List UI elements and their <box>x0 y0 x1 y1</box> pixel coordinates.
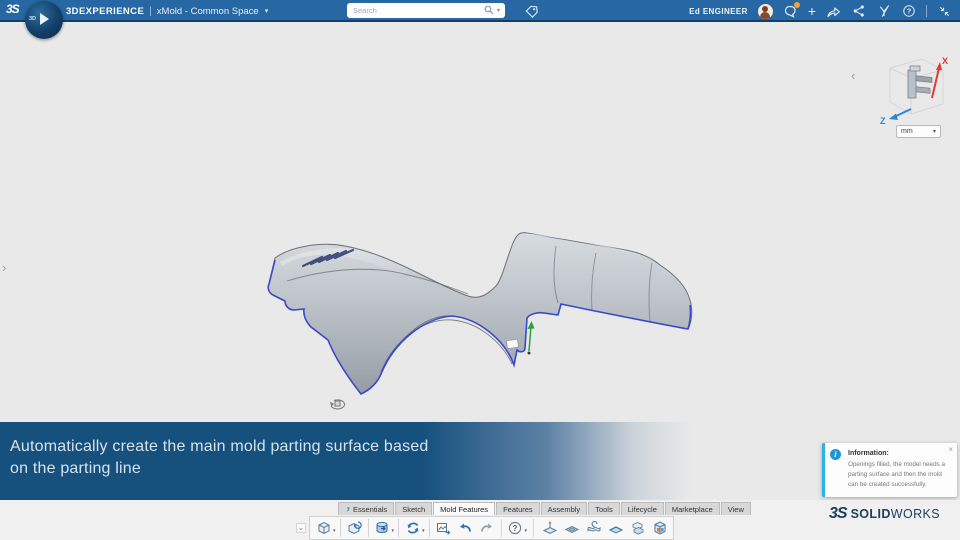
info-icon: i <box>830 449 841 460</box>
dassault-3ds-logo: 3S <box>6 2 20 16</box>
rotate-cursor-icon <box>330 399 346 410</box>
save-icon[interactable] <box>372 518 393 539</box>
tab-sketch[interactable]: Sketch <box>395 502 433 515</box>
tab-view[interactable]: View <box>720 502 751 515</box>
share-icon[interactable] <box>851 4 866 19</box>
dassault-ds-glyph: 3S <box>828 505 848 522</box>
search-bar[interactable]: ▾ <box>347 3 505 18</box>
3d-viewport[interactable]: › ‹ X Z mm ▾ <box>0 22 960 422</box>
svg-text:?: ? <box>513 524 518 533</box>
search-icon[interactable] <box>484 2 494 20</box>
notifications-icon[interactable] <box>783 1 800 19</box>
tab-features[interactable]: Features <box>496 502 540 515</box>
units-value: mm <box>901 128 913 135</box>
mold-icon[interactable] <box>649 518 670 539</box>
user-name[interactable]: Ed ENGINEER <box>689 7 748 16</box>
search-input[interactable] <box>347 6 484 15</box>
tag-icon[interactable] <box>524 4 539 19</box>
undo-icon[interactable] <box>455 518 476 539</box>
tab-lifecycle[interactable]: Lifecycle <box>620 502 664 515</box>
notification-badge <box>793 1 800 8</box>
instruction-banner: Automatically create the main mold parti… <box>0 422 960 500</box>
ribbon-tabs: Essentials Sketch Mold Features Features… <box>338 502 752 515</box>
export-image-icon[interactable] <box>433 518 454 539</box>
tab-mold-features[interactable]: Mold Features <box>433 502 496 515</box>
shutoff-surface-icon[interactable] <box>561 518 582 539</box>
svg-text:X: X <box>942 56 948 66</box>
compass-3d-label: 3D <box>29 16 37 22</box>
topbar-right-cluster: Ed ENGINEER + ? <box>689 0 952 22</box>
tab-assembly[interactable]: Assembly <box>540 502 588 515</box>
forward-icon[interactable] <box>826 4 841 19</box>
add-icon[interactable]: + <box>808 3 816 19</box>
parting-line-icon[interactable] <box>539 518 560 539</box>
brand-name: 3DEXPERIENCE <box>66 5 145 17</box>
axis-x: X <box>931 56 948 99</box>
app-title[interactable]: 3DEXPERIENCE | xMold - Common Space ▾ <box>66 0 268 22</box>
caret-icon[interactable]: ▾ <box>333 528 336 534</box>
help-icon[interactable]: ? <box>505 518 526 539</box>
instruction-line-2: on the parting line <box>10 460 142 477</box>
axis-z: Z <box>880 108 912 126</box>
information-toast: i Information: × Openings filled, the mo… <box>822 443 957 497</box>
brand-separator: | <box>149 5 152 17</box>
redo-icon[interactable] <box>477 518 498 539</box>
collapse-icon[interactable] <box>937 4 952 19</box>
chevron-down-icon[interactable]: ▾ <box>265 7 269 15</box>
apps-icon[interactable] <box>876 4 891 19</box>
avatar[interactable] <box>757 3 773 19</box>
toolbar-collapse-icon[interactable]: ⌄ <box>296 523 306 533</box>
play-icon <box>40 13 49 25</box>
triad-part-thumbnail <box>907 65 933 99</box>
tab-essentials[interactable]: Essentials <box>338 502 395 515</box>
tab-tools[interactable]: Tools <box>588 502 620 515</box>
3dexperience-compass[interactable]: 3D <box>25 1 63 39</box>
parting-surface-icon[interactable] <box>583 518 604 539</box>
pin-icon <box>346 506 350 512</box>
workspace-name: xMold - Common Space <box>156 5 259 17</box>
tab-marketplace[interactable]: Marketplace <box>664 502 720 515</box>
top-bar: 3S 3DEXPERIENCE | xMold - Common Space ▾… <box>0 0 960 39</box>
tooling-split-icon[interactable] <box>627 518 648 539</box>
surface-icon[interactable] <box>605 518 626 539</box>
instruction-line-1: Automatically create the main mold parti… <box>10 438 429 455</box>
update-icon[interactable] <box>402 518 423 539</box>
caret-icon[interactable]: ▾ <box>525 528 528 534</box>
pull-direction-arrow[interactable] <box>527 321 535 355</box>
close-icon[interactable]: × <box>948 445 953 454</box>
part-history-icon[interactable] <box>344 518 365 539</box>
topbar-divider <box>926 5 927 17</box>
insert-part-icon[interactable] <box>313 518 334 539</box>
action-toolbar: ⌄ ▾ ▾ ▾ ? ▾ <box>296 516 675 540</box>
help-icon[interactable]: ? <box>901 4 916 19</box>
units-chevron-icon: ▾ <box>932 129 936 135</box>
caret-icon[interactable]: ▾ <box>422 528 425 534</box>
instruction-text: Automatically create the main mold parti… <box>10 436 429 480</box>
info-body: Openings filled, the model needs a parti… <box>848 461 945 488</box>
units-dropdown[interactable]: mm ▾ <box>896 125 941 138</box>
bottom-bar: Essentials Sketch Mold Features Features… <box>0 500 960 540</box>
solidworks-logo: 3S SOLID WORKS <box>828 505 940 522</box>
svg-text:?: ? <box>906 7 911 16</box>
svg-text:Z: Z <box>880 116 886 126</box>
caret-icon[interactable]: ▾ <box>392 528 395 534</box>
mold-part-model[interactable] <box>0 22 960 422</box>
search-options-chevron-icon[interactable]: ▾ <box>497 7 500 14</box>
info-title: Information: <box>848 450 889 457</box>
